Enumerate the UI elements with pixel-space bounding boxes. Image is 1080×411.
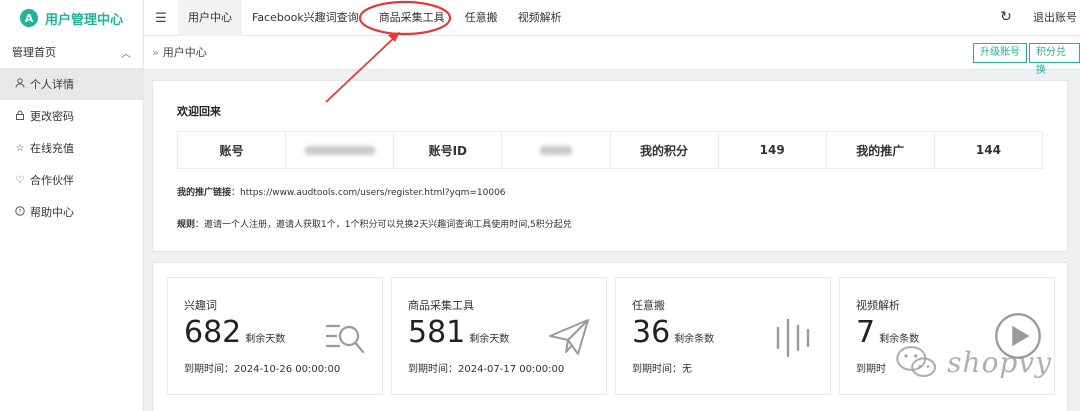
sidebar-group-home[interactable]: 管理首页 ︿ — [0, 36, 143, 68]
sidebar-group-label: 管理首页 — [12, 46, 56, 59]
breadcrumb: » 用户中心 — [152, 36, 207, 70]
wechat-icon — [896, 346, 937, 378]
sidebar-item-label: 帮助中心 — [30, 206, 74, 219]
upgrade-account-button[interactable]: 升级账号 — [973, 43, 1027, 63]
account-id-value-redacted — [502, 132, 611, 168]
points-exchange-button[interactable]: 积分兑换 — [1029, 43, 1080, 76]
sidebar-item-help[interactable]: ? 帮助中心 — [0, 196, 143, 228]
breadcrumb-bar: » 用户中心 升级账号 积分兑换 — [144, 36, 1080, 76]
sidebar-item-label: 更改密码 — [30, 110, 74, 123]
stat-unit: 剩余条数 — [674, 334, 715, 345]
heart-icon: ♡ — [15, 174, 25, 186]
tab-facebook-interest[interactable]: Facebook兴趣词查询 — [242, 0, 369, 36]
refresh-icon[interactable]: ↻ — [998, 9, 1014, 25]
watermark: shopvy — [892, 340, 1052, 384]
sidebar-item-profile[interactable]: 个人详情 — [0, 68, 143, 100]
sidebar-item-partners[interactable]: ♡ 合作伙伴 — [0, 164, 143, 196]
tab-any-move[interactable]: 任意搬 — [455, 0, 508, 36]
sidebar-item-label: 个人详情 — [30, 78, 74, 91]
tab-user-center[interactable]: 用户中心 — [178, 0, 242, 36]
sidebar-item-recharge[interactable]: ☆ 在线充值 — [0, 132, 143, 164]
rule-label: 规则 — [177, 220, 196, 230]
promo-label: 我的推广 — [827, 132, 935, 168]
breadcrumb-current[interactable]: 用户中心 — [163, 46, 207, 59]
watermark-text: shopvy — [947, 345, 1052, 379]
account-value-redacted — [286, 132, 395, 168]
chevron-up-icon: ︿ — [121, 48, 131, 60]
stat-label: 视频解析 — [856, 299, 900, 312]
stat-number-value: 7 — [856, 315, 876, 350]
bars-icon — [776, 318, 810, 358]
points-label: 我的积分 — [611, 132, 719, 168]
breadcrumb-separator-icon: » — [152, 46, 159, 59]
rule-text: ：邀请一个人注册，邀请人获取1个，1个积分可以兑换2天兴趣词查询工具使用时间,5… — [195, 220, 572, 230]
redacted-mask — [539, 145, 572, 155]
promo-link-label: 我的推广链接 — [177, 188, 232, 198]
stat-number: 682 剩余天数 — [184, 316, 285, 357]
search-list-icon — [325, 324, 365, 354]
lock-icon — [14, 110, 26, 123]
star-icon: ☆ — [15, 142, 25, 154]
brand[interactable]: A 用户管理中心 — [0, 0, 144, 36]
sidebar-item-password[interactable]: 更改密码 — [0, 100, 143, 132]
stat-label: 商品采集工具 — [408, 299, 474, 312]
account-info-table: 账号 账号ID 我的积分 149 我的推广 144 — [177, 131, 1043, 169]
help-icon: ? — [14, 205, 26, 219]
stat-number: 36 剩余条数 — [632, 316, 714, 357]
tab-video-parse[interactable]: 视频解析 — [508, 0, 572, 36]
stat-expire: 到期时间：2024-07-17 00:00:00 — [408, 364, 565, 375]
rule-line: 规则：邀请一个人注册，邀请人获取1个，1个积分可以兑换2天兴趣词查询工具使用时间… — [177, 217, 572, 230]
paper-plane-icon — [549, 319, 589, 355]
stat-number: 581 剩余天数 — [408, 316, 509, 357]
tab-product-collect[interactable]: 商品采集工具 — [369, 0, 455, 36]
menu-fold-icon[interactable]: ☰ — [144, 0, 178, 36]
welcome-title: 欢迎回来 — [177, 105, 221, 118]
svg-text:?: ? — [18, 208, 21, 215]
sidebar-item-label: 在线充值 — [30, 142, 74, 155]
sidebar: 管理首页 ︿ 个人详情 更改密码 ☆ 在线充值 ♡ 合作伙伴 ? 帮助中心 — [0, 36, 144, 411]
stat-unit: 剩余天数 — [469, 334, 510, 345]
account-id-label: 账号ID — [394, 132, 503, 168]
stat-label: 兴趣词 — [184, 299, 217, 312]
redacted-mask — [304, 145, 375, 155]
stat-number-value: 581 — [408, 315, 466, 350]
top-nav: 用户中心 Facebook兴趣词查询 商品采集工具 任意搬 视频解析 — [178, 0, 572, 36]
stat-card-product-collect[interactable]: 商品采集工具 581 剩余天数 到期时间：2024-07-17 00:00:00 — [391, 277, 607, 395]
logout-link[interactable]: 退出账号 — [1033, 0, 1077, 36]
stat-expire: 到期时 — [856, 364, 886, 375]
welcome-card: 欢迎回来 账号 账号ID 我的积分 149 我的推广 144 我的推广链接：ht… — [152, 80, 1068, 252]
stat-card-any-move[interactable]: 任意搬 36 剩余条数 到期时间：无 — [615, 277, 831, 395]
top-bar: A 用户管理中心 ☰ 用户中心 Facebook兴趣词查询 商品采集工具 任意搬… — [0, 0, 1080, 36]
stat-card-interest[interactable]: 兴趣词 682 剩余天数 到期时间：2024-10-26 00:00:00 — [167, 277, 383, 395]
points-value: 149 — [719, 132, 827, 168]
promo-link-line: 我的推广链接：https://www.audtools.com/users/re… — [177, 185, 506, 198]
stat-label: 任意搬 — [632, 299, 665, 312]
stat-unit: 剩余天数 — [245, 334, 286, 345]
promo-value: 144 — [975, 143, 1001, 157]
promo-link[interactable]: ：https://www.audtools.com/users/register… — [231, 188, 506, 198]
stat-expire: 到期时间：无 — [632, 364, 692, 375]
account-label: 账号 — [178, 132, 287, 168]
stat-number-value: 682 — [184, 315, 242, 350]
brand-logo: A — [20, 9, 38, 27]
sidebar-item-label: 合作伙伴 — [30, 174, 74, 187]
stats-panel: 兴趣词 682 剩余天数 到期时间：2024-10-26 00:00:00 商品采… — [152, 262, 1068, 411]
stat-expire: 到期时间：2024-10-26 00:00:00 — [184, 364, 341, 375]
brand-title: 用户管理中心 — [45, 12, 124, 28]
stat-number-value: 36 — [632, 315, 671, 350]
user-icon — [14, 77, 26, 91]
